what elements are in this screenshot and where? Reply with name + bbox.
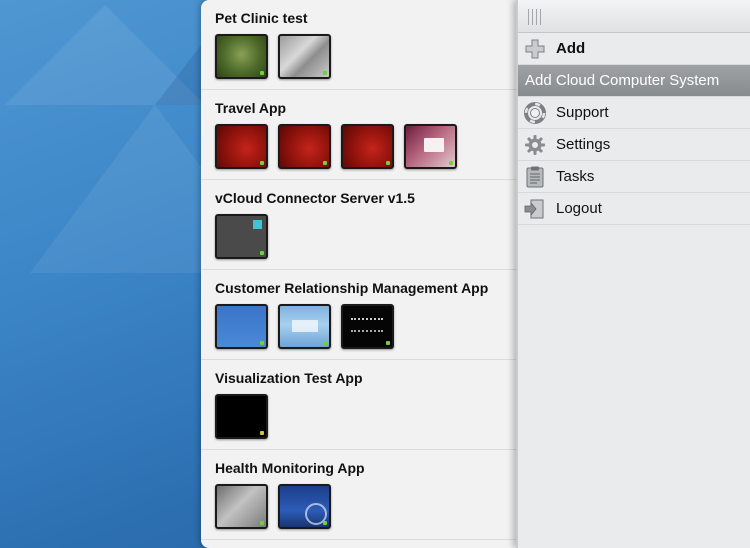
plus-icon xyxy=(524,38,546,60)
app-section: vCloud Connector Server v1.5 xyxy=(201,180,516,270)
vm-thumbnail-row xyxy=(215,484,516,529)
app-title[interactable]: Health Monitoring App xyxy=(215,460,516,480)
app-section: Pet Clinic test xyxy=(201,0,516,90)
vm-thumbnail[interactable] xyxy=(215,34,268,79)
vm-thumbnail-row xyxy=(215,124,516,169)
app-title[interactable]: vCloud Connector Server v1.5 xyxy=(215,190,516,210)
app-title[interactable]: Customer Relationship Management App xyxy=(215,280,516,300)
vm-thumbnail[interactable] xyxy=(278,34,331,79)
support-label: Support xyxy=(556,104,609,121)
add-cloud-label: Add Cloud Computer System xyxy=(525,72,720,89)
vm-thumbnail[interactable] xyxy=(215,394,268,439)
menu-header xyxy=(518,0,750,33)
app-section: Health Monitoring App xyxy=(201,450,516,540)
app-title[interactable]: Travel App xyxy=(215,100,516,120)
app-list-panel: Pet Clinic test Travel App vCloud Connecto… xyxy=(201,0,516,548)
vm-thumbnail[interactable] xyxy=(341,304,394,349)
vm-thumbnail-row xyxy=(215,304,516,349)
add-label: Add xyxy=(556,40,586,57)
app-title[interactable]: Visualization Test App xyxy=(215,370,516,390)
app-section: Visualization Test App xyxy=(201,360,516,450)
clipboard-icon xyxy=(524,166,546,188)
add-menu-item[interactable]: Add xyxy=(518,33,750,65)
logout-label: Logout xyxy=(556,200,602,217)
lifebuoy-icon xyxy=(524,101,546,124)
vm-thumbnail-row xyxy=(215,34,516,79)
tasks-menu-item[interactable]: Tasks xyxy=(518,161,750,193)
vm-thumbnail[interactable] xyxy=(278,304,331,349)
vm-thumbnail[interactable] xyxy=(215,214,268,259)
vm-thumbnail-row xyxy=(215,214,516,259)
gear-icon xyxy=(524,134,546,156)
support-menu-item[interactable]: Support xyxy=(518,97,750,129)
vm-thumbnail[interactable] xyxy=(215,124,268,169)
tasks-label: Tasks xyxy=(556,168,595,185)
app-list: Pet Clinic test Travel App vCloud Connecto… xyxy=(201,0,516,540)
grip-handle-icon[interactable] xyxy=(528,9,542,25)
vm-thumbnail[interactable] xyxy=(404,124,457,169)
logout-menu-item[interactable]: Logout xyxy=(518,193,750,225)
vm-thumbnail[interactable] xyxy=(341,124,394,169)
exit-door-icon xyxy=(524,198,546,220)
vm-thumbnail[interactable] xyxy=(278,124,331,169)
menu-panel: Add Add Cloud Computer System Support Se… xyxy=(516,0,750,548)
app-section: Customer Relationship Management App xyxy=(201,270,516,360)
vm-thumbnail[interactable] xyxy=(278,484,331,529)
vm-thumbnail[interactable] xyxy=(215,484,268,529)
settings-menu-item[interactable]: Settings xyxy=(518,129,750,161)
add-cloud-computer-system-item[interactable]: Add Cloud Computer System xyxy=(518,65,750,97)
app-title[interactable]: Pet Clinic test xyxy=(215,10,516,30)
vm-thumbnail[interactable] xyxy=(215,304,268,349)
app-section: Travel App xyxy=(201,90,516,180)
vm-thumbnail-row xyxy=(215,394,516,439)
settings-label: Settings xyxy=(556,136,611,153)
